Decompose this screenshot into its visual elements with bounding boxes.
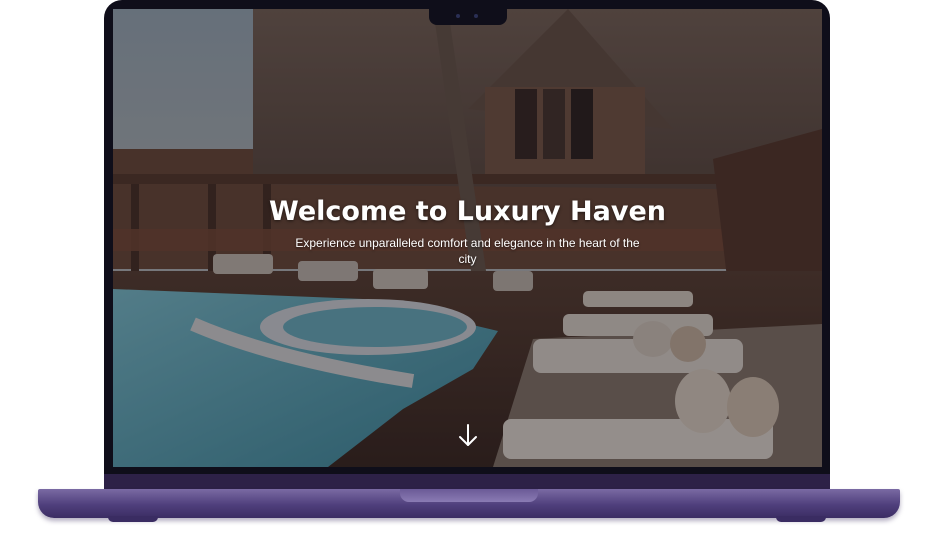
website-screen: Welcome to Luxury Haven Experience unpar… xyxy=(113,9,822,467)
laptop-hinge xyxy=(104,474,830,490)
camera-notch xyxy=(429,7,507,25)
hero-section: Welcome to Luxury Haven Experience unpar… xyxy=(113,195,822,267)
camera-dot-icon xyxy=(456,14,460,18)
hero-title: Welcome to Luxury Haven xyxy=(269,196,666,227)
laptop-foot-left xyxy=(108,516,158,522)
laptop-opening-lip xyxy=(400,489,538,502)
camera-dot-icon xyxy=(474,14,478,18)
arrow-down-icon xyxy=(459,424,477,446)
scroll-down-button[interactable] xyxy=(456,423,480,449)
laptop-foot-right xyxy=(776,516,826,522)
hero-subtitle: Experience unparalleled comfort and eleg… xyxy=(295,236,640,266)
